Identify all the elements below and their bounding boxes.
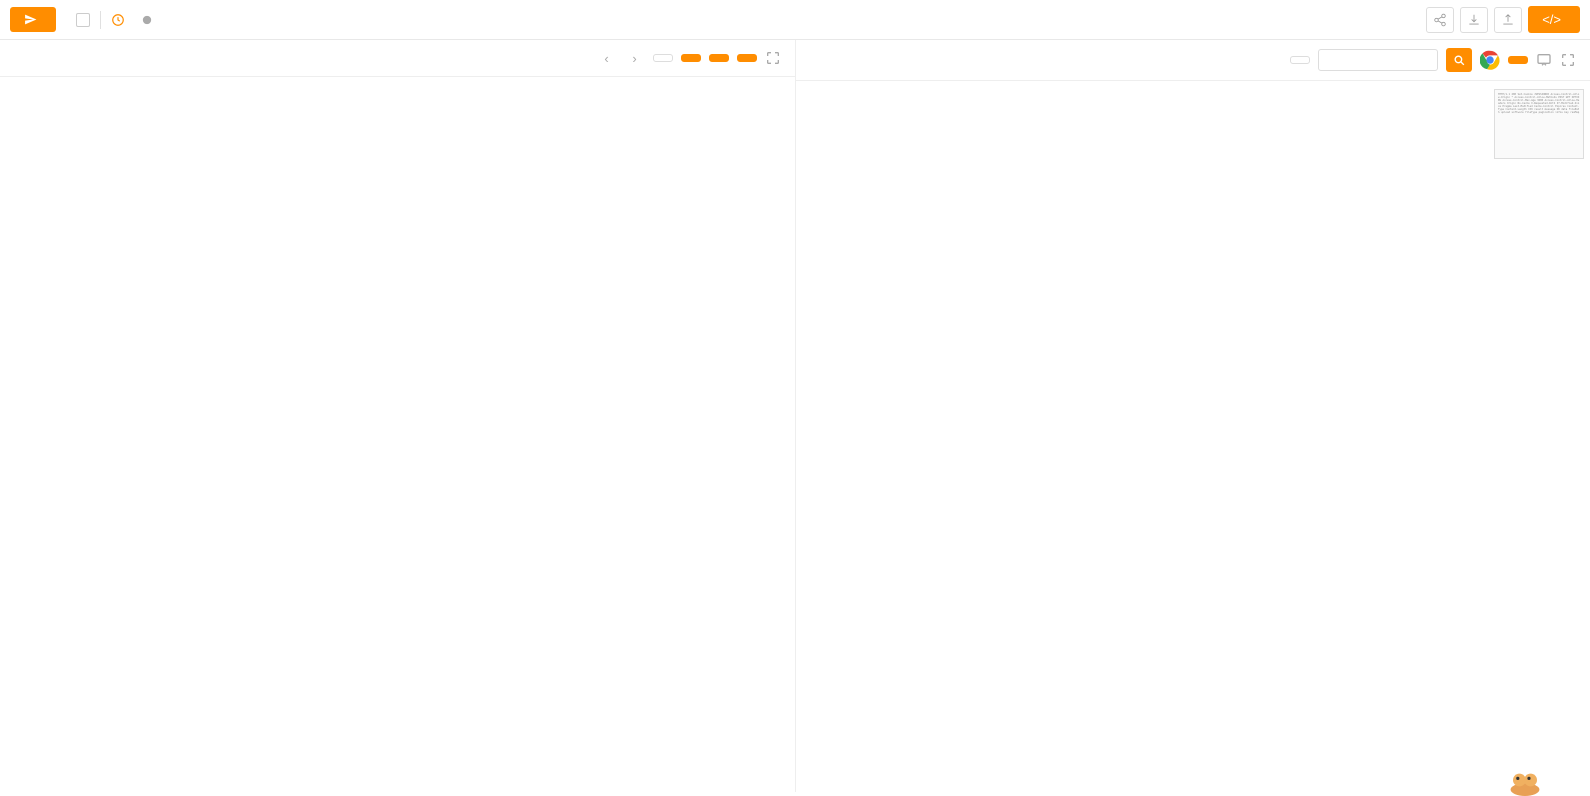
export-icon <box>1467 13 1481 27</box>
mascot-icon <box>1500 764 1550 796</box>
share-button[interactable] <box>1426 7 1454 33</box>
request-header: ‹ › <box>0 40 795 77</box>
divider <box>100 11 101 29</box>
send-icon <box>24 13 37 26</box>
send-request-button[interactable] <box>10 7 56 32</box>
request-editor[interactable] <box>0 77 795 792</box>
import-icon <box>1501 13 1515 27</box>
brute-example-link[interactable] <box>139 15 152 25</box>
nav-next[interactable]: › <box>625 48 645 68</box>
search-icon <box>1453 54 1466 67</box>
build-request-button[interactable] <box>737 54 757 62</box>
response-header <box>796 40 1590 81</box>
response-panel: HTTP/1.1 200 Set-Cookie JSESSIONID Acces… <box>796 40 1590 792</box>
clock-icon <box>111 13 125 27</box>
yaml-template-button[interactable]: </> <box>1528 6 1580 33</box>
search-button[interactable] <box>1446 48 1472 72</box>
response-editor[interactable]: HTTP/1.1 200 Set-Cookie JSESSIONID Acces… <box>796 81 1590 792</box>
info-icon <box>142 15 152 25</box>
scan-button[interactable] <box>653 54 673 62</box>
expand-icon[interactable] <box>765 50 781 66</box>
search-input[interactable] <box>1318 49 1438 71</box>
minimap[interactable]: HTTP/1.1 200 Set-Cookie JSESSIONID Acces… <box>1494 89 1584 159</box>
share-icon <box>1433 13 1447 27</box>
comment-icon[interactable] <box>1536 52 1552 68</box>
import-button[interactable] <box>1494 7 1522 33</box>
expand-icon[interactable] <box>1560 52 1576 68</box>
request-panel: ‹ › <box>0 40 796 792</box>
history-link[interactable] <box>111 13 129 27</box>
panels: ‹ › HTTP/1.1 200 Set-Cookie JSESSIONID A… <box>0 40 1590 792</box>
top-toolbar: </> <box>0 0 1590 40</box>
export-button[interactable] <box>1460 7 1488 33</box>
response-beautify-button[interactable] <box>1290 56 1310 64</box>
force-https-checkbox[interactable] <box>76 13 90 27</box>
chrome-icon[interactable] <box>1480 50 1500 70</box>
nav-prev[interactable]: ‹ <box>597 48 617 68</box>
beautify-button[interactable] <box>681 54 701 62</box>
code-icon: </> <box>1542 12 1561 27</box>
toolbar-right: </> <box>1426 6 1580 33</box>
hotload-button[interactable] <box>709 54 729 62</box>
details-button[interactable] <box>1508 56 1528 64</box>
